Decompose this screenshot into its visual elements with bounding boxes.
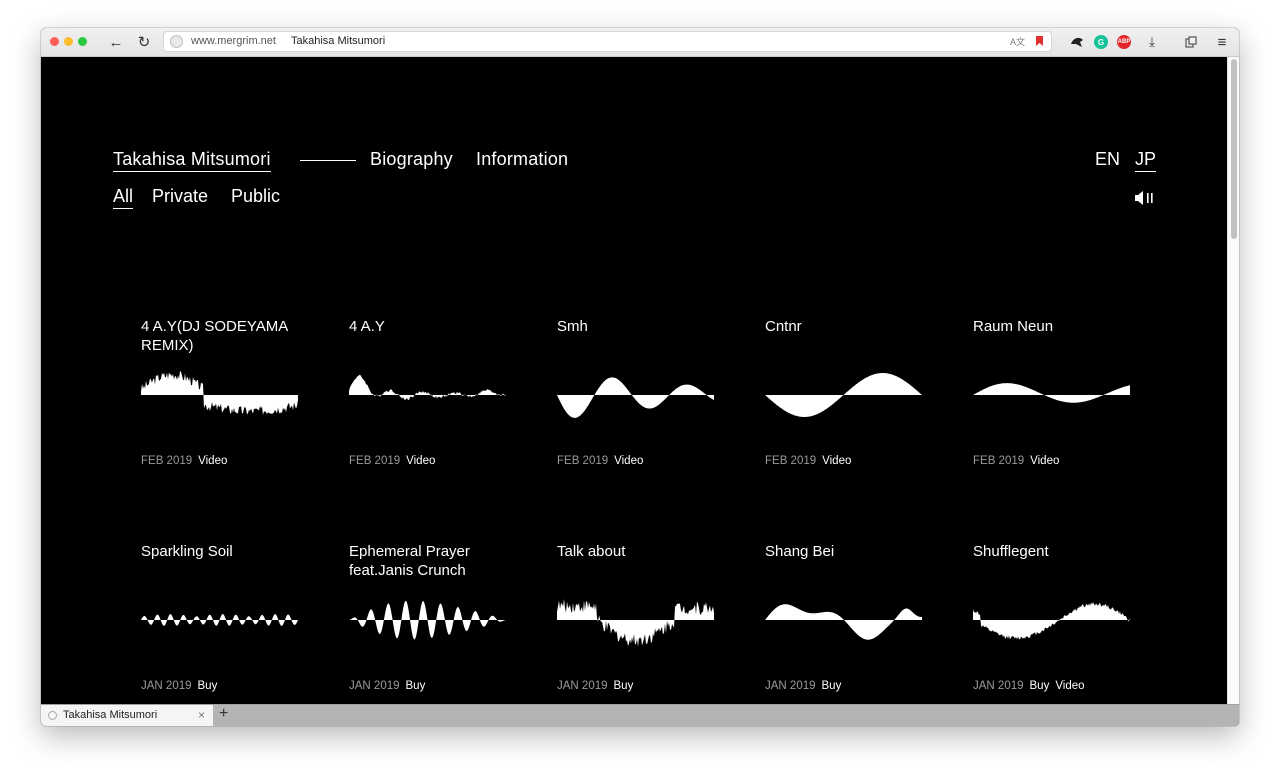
work-card[interactable]: Smh FEB 2019 Video [557, 317, 717, 517]
work-card[interactable]: 4 A.Y FEB 2019 Video [349, 317, 509, 517]
scrollbar-thumb[interactable] [1231, 59, 1237, 239]
download-icon[interactable]: ⤓ [1144, 34, 1160, 50]
lang-jp-link[interactable]: JP [1135, 149, 1157, 172]
work-tag-link[interactable]: Video [406, 455, 435, 467]
work-date: FEB 2019 [557, 455, 609, 467]
scrollbar[interactable] [1227, 57, 1239, 704]
reload-icon[interactable]: ↻ [134, 32, 154, 52]
adblock-icon[interactable]: ABP [1117, 35, 1131, 49]
waveform-graphic[interactable] [349, 592, 506, 648]
bookmark-icon[interactable] [1036, 36, 1043, 46]
url-domain: www.mergrim.net [191, 35, 276, 47]
work-meta: FEB 2019 Video [765, 455, 851, 467]
filter-public[interactable]: Public [231, 186, 280, 207]
work-title[interactable]: Shufflegent [973, 542, 1133, 561]
url-page-title: Takahisa Mitsumori [291, 35, 386, 47]
work-date: JAN 2019 [141, 680, 192, 692]
filter-all[interactable]: All [113, 186, 134, 209]
waveform-graphic[interactable] [557, 367, 714, 423]
work-tag-link[interactable]: Buy [1030, 680, 1050, 692]
globe-icon [170, 35, 183, 48]
work-card[interactable]: Cntnr FEB 2019 Video [765, 317, 925, 517]
work-card[interactable]: Ephemeral Prayer feat.Janis Crunch JAN 20… [349, 542, 509, 704]
work-title[interactable]: Shang Bei [765, 542, 925, 561]
waveform-graphic[interactable] [765, 367, 922, 423]
waveform-graphic[interactable] [141, 367, 298, 423]
work-card[interactable]: Raum Neun FEB 2019 Video [973, 317, 1133, 517]
nav-biography-link[interactable]: Biography [370, 149, 453, 170]
back-icon[interactable]: ← [106, 32, 126, 52]
address-bar[interactable]: www.mergrim.net Takahisa Mitsumori A文 [163, 31, 1052, 52]
work-date: JAN 2019 [973, 680, 1024, 692]
reader-icon[interactable] [1183, 34, 1199, 50]
work-meta: JAN 2019 Buy [557, 680, 633, 692]
tab-close-icon[interactable]: × [198, 708, 205, 722]
work-tag-link[interactable]: Video [614, 455, 643, 467]
close-window-button[interactable] [50, 37, 59, 46]
nav-artist-link[interactable]: Takahisa Mitsumori [113, 149, 271, 172]
waveform-graphic[interactable] [141, 592, 298, 648]
work-title[interactable]: 4 A.Y [349, 317, 509, 336]
work-title[interactable]: Talk about [557, 542, 717, 561]
browser-toolbar: ← ↻ www.mergrim.net Takahisa Mitsumori A… [41, 28, 1239, 57]
tab-active[interactable]: Takahisa Mitsumori × [41, 705, 213, 726]
waveform-graphic[interactable] [349, 367, 506, 423]
browser-window: ← ↻ www.mergrim.net Takahisa Mitsumori A… [41, 28, 1239, 726]
loading-icon [48, 711, 57, 720]
work-date: FEB 2019 [141, 455, 193, 467]
work-tag-link[interactable]: Buy [198, 680, 218, 692]
work-card[interactable]: Talk about JAN 2019 Buy [557, 542, 717, 704]
translate-icon[interactable]: A文 [1010, 35, 1025, 48]
work-card[interactable]: 4 A.Y(DJ SODEYAMA REMIX) FEB 2019 Video [141, 317, 301, 517]
extension-icon[interactable] [1069, 34, 1085, 50]
sound-pause-icon[interactable] [1135, 191, 1159, 205]
work-date: JAN 2019 [557, 680, 608, 692]
menu-icon[interactable]: ≡ [1214, 34, 1230, 51]
work-date: FEB 2019 [765, 455, 817, 467]
minimize-window-button[interactable] [64, 37, 73, 46]
work-card[interactable]: Sparkling Soil JAN 2019 Buy [141, 542, 301, 704]
work-card[interactable]: Shufflegent JAN 2019 Buy Video [973, 542, 1133, 704]
waveform-graphic[interactable] [557, 592, 714, 648]
work-title[interactable]: Ephemeral Prayer feat.Janis Crunch [349, 542, 509, 580]
work-date: JAN 2019 [765, 680, 816, 692]
work-meta: JAN 2019 Buy [141, 680, 217, 692]
page-content: Takahisa Mitsumori Biography Information… [41, 57, 1227, 704]
waveform-graphic[interactable] [973, 367, 1130, 423]
work-title[interactable]: 4 A.Y(DJ SODEYAMA REMIX) [141, 317, 301, 355]
work-tag-link[interactable]: Video [822, 455, 851, 467]
work-meta: JAN 2019 Buy Video [973, 680, 1085, 692]
work-date: JAN 2019 [349, 680, 400, 692]
work-title[interactable]: Cntnr [765, 317, 925, 336]
lang-en-link[interactable]: EN [1095, 149, 1120, 170]
work-tag-link[interactable]: Video [198, 455, 227, 467]
work-title[interactable]: Sparkling Soil [141, 542, 301, 561]
grammarly-icon[interactable]: G [1094, 35, 1108, 49]
work-date: FEB 2019 [349, 455, 401, 467]
work-meta: JAN 2019 Buy [349, 680, 425, 692]
waveform-graphic[interactable] [973, 592, 1130, 648]
waveform-graphic[interactable] [765, 592, 922, 648]
work-tag-link[interactable]: Video [1030, 455, 1059, 467]
zoom-window-button[interactable] [78, 37, 87, 46]
nav-divider [300, 160, 356, 161]
tab-bar: Takahisa Mitsumori × + [41, 704, 1239, 726]
work-meta: FEB 2019 Video [557, 455, 643, 467]
work-meta: FEB 2019 Video [349, 455, 435, 467]
new-tab-icon[interactable]: + [219, 705, 228, 723]
filter-private[interactable]: Private [152, 186, 208, 207]
work-date: FEB 2019 [973, 455, 1025, 467]
nav-information-link[interactable]: Information [476, 149, 568, 170]
work-tag-link[interactable]: Buy [822, 680, 842, 692]
work-meta: JAN 2019 Buy [765, 680, 841, 692]
work-tag-link[interactable]: Video [1055, 680, 1084, 692]
work-card[interactable]: Shang Bei JAN 2019 Buy [765, 542, 925, 704]
work-meta: FEB 2019 Video [141, 455, 227, 467]
work-tag-link[interactable]: Buy [614, 680, 634, 692]
work-tag-link[interactable]: Buy [406, 680, 426, 692]
work-title[interactable]: Raum Neun [973, 317, 1133, 336]
tab-title: Takahisa Mitsumori [63, 709, 158, 721]
work-title[interactable]: Smh [557, 317, 717, 336]
work-meta: FEB 2019 Video [973, 455, 1059, 467]
